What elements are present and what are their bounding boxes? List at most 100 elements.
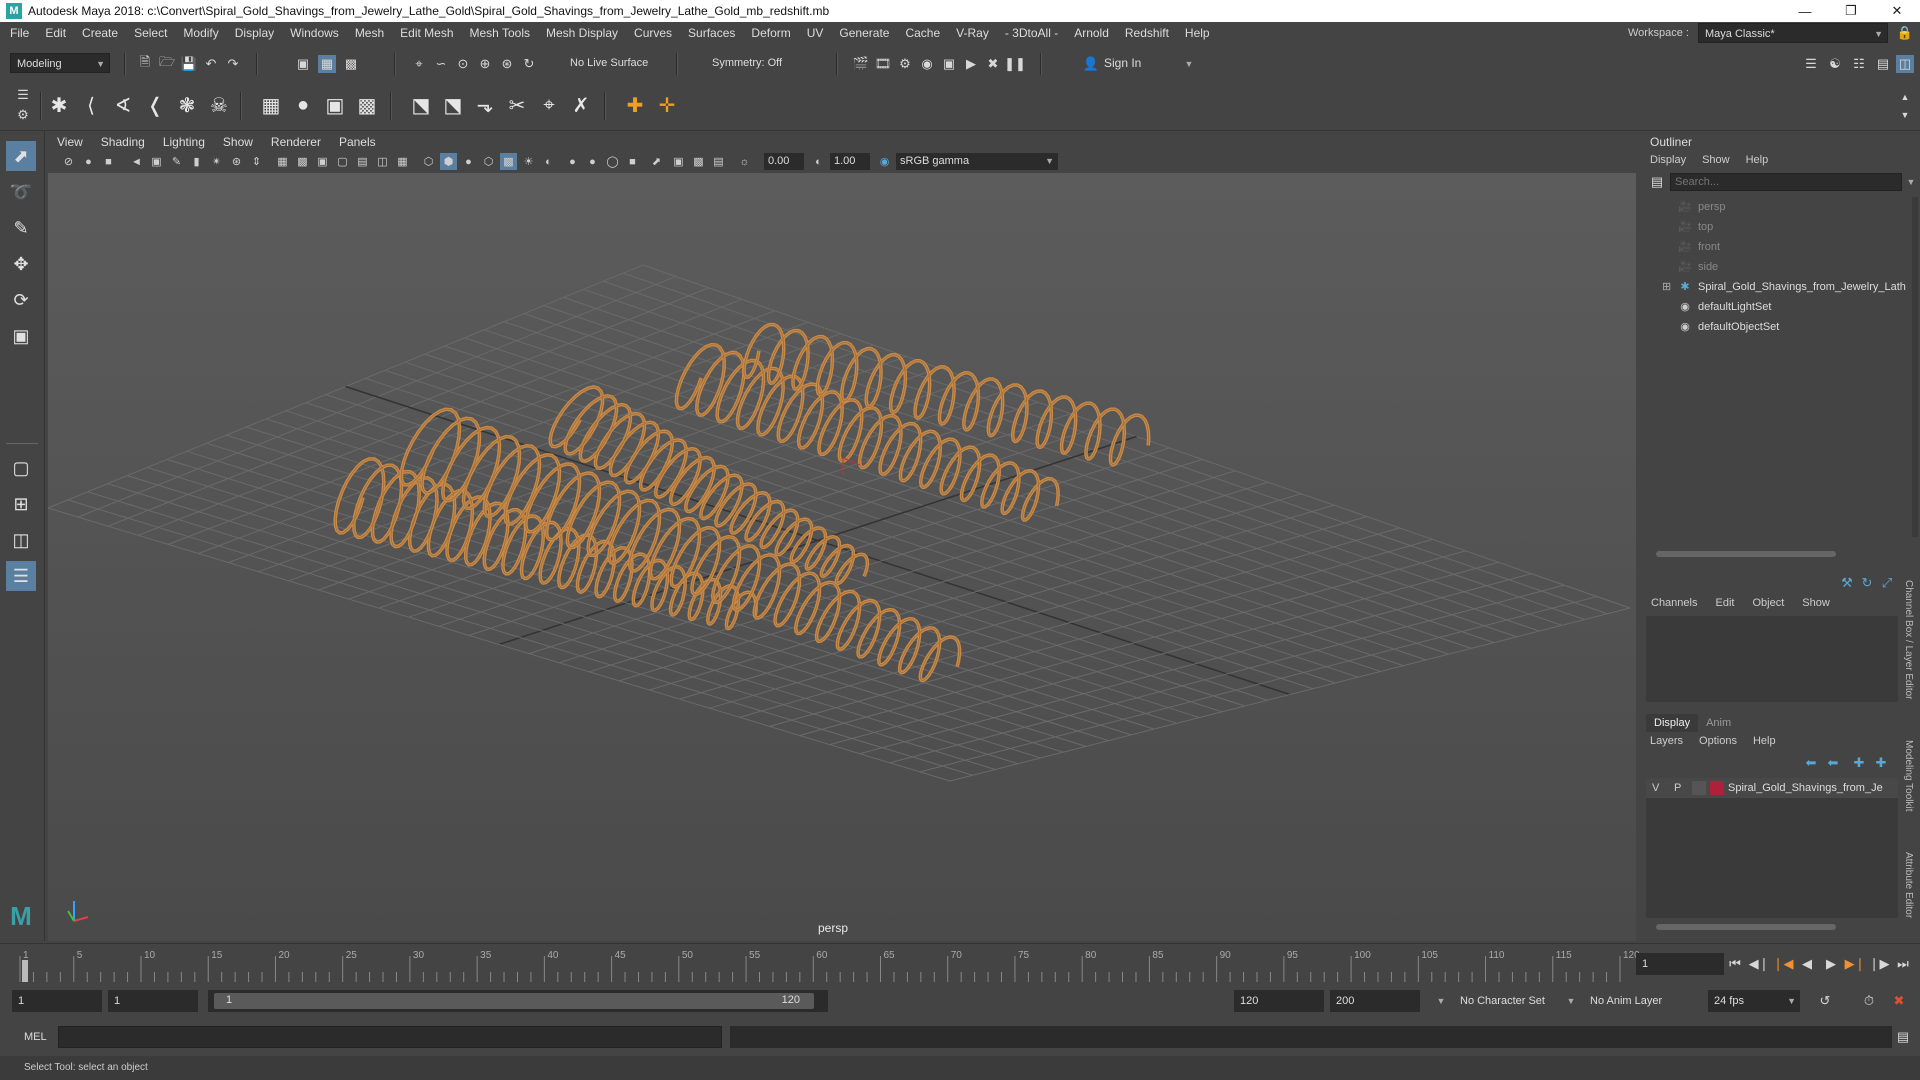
layer-reference-toggle[interactable] bbox=[1692, 781, 1706, 795]
shadows-icon[interactable]: ◐ bbox=[540, 153, 557, 170]
viewport-persp[interactable]: persp bbox=[48, 173, 1636, 941]
screen-space-ao-icon[interactable]: ● bbox=[564, 153, 581, 170]
menu-mesh-tools[interactable]: Mesh Tools bbox=[462, 22, 538, 44]
bookmarks-icon[interactable]: ● bbox=[80, 153, 97, 170]
exposure-icon[interactable]: ☼ bbox=[736, 153, 753, 170]
outliner-filter-icon[interactable]: ▤ bbox=[1648, 173, 1666, 191]
new-layer-icon[interactable]: ✚ bbox=[1850, 754, 1868, 772]
hypershade-icon[interactable]: ◉ bbox=[918, 55, 936, 73]
channel-menu-edit[interactable]: Edit bbox=[1706, 597, 1743, 609]
render-settings-icon[interactable]: ⚙ bbox=[896, 55, 914, 73]
textured-icon[interactable]: ▩ bbox=[500, 153, 517, 170]
menu-3dtoall[interactable]: - 3DtoAll - bbox=[997, 22, 1066, 44]
menu-surfaces[interactable]: Surfaces bbox=[680, 22, 743, 44]
outliner-item-persp[interactable]: 🎥 persp bbox=[1642, 197, 1902, 217]
fps-dropdown[interactable]: 24 fps ▼ bbox=[1708, 990, 1800, 1012]
step-back-key-icon[interactable]: ❘◀ bbox=[1773, 955, 1794, 973]
auto-key-icon[interactable]: ⏱ bbox=[1860, 992, 1878, 1010]
extrude-icon[interactable]: ⬔ bbox=[408, 92, 434, 118]
single-view-icon[interactable]: ▢ bbox=[6, 453, 36, 483]
xray-icon[interactable]: ▣ bbox=[670, 153, 687, 170]
use-all-lights-icon[interactable]: ☀ bbox=[520, 153, 537, 170]
side-tab-attribute-editor[interactable]: Attribute Editor bbox=[1903, 852, 1914, 918]
layer-menu-help[interactable]: Help bbox=[1745, 735, 1784, 747]
time-slider[interactable]: 1 5 10 15 20 25 30 35 40 45 50 55 60 65 70 75 80 85 90 95 10… bbox=[0, 943, 1920, 984]
cube-icon[interactable]: ▣ bbox=[322, 92, 348, 118]
playback-start-field[interactable]: 1 bbox=[108, 990, 198, 1012]
channel-menu-object[interactable]: Object bbox=[1743, 597, 1793, 609]
viewport-menu-show[interactable]: Show bbox=[214, 133, 262, 151]
ep-curve-icon[interactable]: ∢ bbox=[110, 92, 136, 118]
layer-menu-layers[interactable]: Layers bbox=[1642, 735, 1691, 747]
outliner-menu-help[interactable]: Help bbox=[1738, 154, 1777, 166]
outliner-layout-icon[interactable]: ☰ bbox=[6, 561, 36, 591]
menu-generate[interactable]: Generate bbox=[831, 22, 897, 44]
camera-attributes-icon[interactable]: ⊘ bbox=[60, 153, 77, 170]
gate-mask-icon[interactable]: ▤ bbox=[354, 153, 371, 170]
outliner-item-top[interactable]: 🎥 top bbox=[1642, 217, 1902, 237]
channel-menu-channels[interactable]: Channels bbox=[1642, 597, 1706, 609]
expand-icon[interactable]: ⊞ bbox=[1662, 277, 1671, 297]
frame-all-icon[interactable]: ◫ bbox=[374, 153, 391, 170]
move-layer-down-icon[interactable]: ⬅ bbox=[1824, 754, 1842, 772]
playback-end-field[interactable]: 120 bbox=[1234, 990, 1324, 1012]
depth-of-field-icon[interactable]: ■ bbox=[624, 153, 641, 170]
render-sequence-icon[interactable]: ▶ bbox=[962, 55, 980, 73]
select-by-hierarchy-icon[interactable]: ▣ bbox=[294, 55, 312, 73]
curve-tool-icon[interactable]: ⟨ bbox=[78, 92, 104, 118]
outliner-item-front[interactable]: 🎥 front bbox=[1642, 237, 1902, 257]
menu-cache[interactable]: Cache bbox=[897, 22, 948, 44]
step-forward-frame-icon[interactable]: ❘▶ bbox=[1869, 955, 1890, 973]
layer-row[interactable]: V P Spiral_Gold_Shavings_from_Je bbox=[1646, 778, 1898, 798]
bezier-curve-icon[interactable]: ❬ bbox=[142, 92, 168, 118]
viewport-menu-renderer[interactable]: Renderer bbox=[262, 133, 330, 151]
open-scene-icon[interactable]: 🗁 bbox=[158, 54, 176, 73]
pivot-add-icon[interactable]: ✚ bbox=[622, 92, 648, 118]
redshift-render-icon[interactable]: ✖ bbox=[984, 55, 1002, 73]
tool-settings-icon[interactable]: ▤ bbox=[1874, 55, 1892, 73]
wireframe-on-shaded-icon[interactable]: ⬡ bbox=[480, 153, 497, 170]
attribute-editor-icon[interactable]: ☷ bbox=[1850, 55, 1868, 73]
grid-select-icon[interactable]: ▩ bbox=[354, 92, 380, 118]
animation-end-field[interactable]: 200 bbox=[1330, 990, 1420, 1012]
viewport-menu-shading[interactable]: Shading bbox=[92, 133, 154, 151]
view-2d-pan-icon[interactable]: ▣ bbox=[148, 153, 165, 170]
chevron-down-icon[interactable]: ▼ bbox=[1180, 55, 1198, 73]
snap-view-plane-icon[interactable]: ⊕ bbox=[476, 55, 494, 73]
chevron-down-icon[interactable]: ▼ bbox=[1432, 992, 1450, 1010]
move-tool-icon[interactable]: ✥ bbox=[6, 249, 36, 279]
grid-toggle-icon[interactable]: ▦ bbox=[274, 153, 291, 170]
outliner-item-spiral-group[interactable]: ⊞ ✱ Spiral_Gold_Shavings_from_Jewelry_Lath bbox=[1642, 277, 1906, 297]
command-input[interactable] bbox=[58, 1026, 722, 1048]
default-material-icon[interactable]: ● bbox=[460, 153, 477, 170]
menu-mesh-display[interactable]: Mesh Display bbox=[538, 22, 626, 44]
current-frame-field[interactable]: 1 bbox=[1636, 953, 1724, 975]
anim-layer-dropdown[interactable]: No Anim Layer bbox=[1590, 995, 1662, 1007]
snap-grid-icon[interactable]: ⌖ bbox=[410, 55, 428, 73]
xray-joints-icon[interactable]: ▩ bbox=[690, 153, 707, 170]
wireframe-icon[interactable]: ⬡ bbox=[420, 153, 437, 170]
menu-file[interactable]: File bbox=[2, 22, 37, 44]
range-handle[interactable]: 1 120 bbox=[214, 993, 814, 1009]
menu-uv[interactable]: UV bbox=[799, 22, 832, 44]
multisample-aa-icon[interactable]: ◯ bbox=[604, 153, 621, 170]
layer-playback-toggle[interactable]: P bbox=[1674, 782, 1681, 794]
menu-edit[interactable]: Edit bbox=[37, 22, 74, 44]
channel-box-sync-icon[interactable]: ↻ bbox=[1858, 574, 1876, 592]
human-ik-icon[interactable]: ☯ bbox=[1826, 55, 1844, 73]
move-layer-up-icon[interactable]: ⬅ bbox=[1802, 754, 1820, 772]
step-back-frame-icon[interactable]: ◀❘ bbox=[1749, 955, 1770, 973]
channel-box-expand-icon[interactable]: ⤢ bbox=[1878, 574, 1896, 592]
menu-curves[interactable]: Curves bbox=[626, 22, 680, 44]
select-by-component-icon[interactable]: ▩ bbox=[342, 55, 360, 73]
outliner-item-side[interactable]: 🎥 side bbox=[1642, 257, 1902, 277]
menu-edit-mesh[interactable]: Edit Mesh bbox=[392, 22, 461, 44]
tab-display[interactable]: Display bbox=[1646, 714, 1699, 732]
exposure-field[interactable]: 0.00 bbox=[764, 153, 804, 170]
film-gate-icon[interactable]: ▩ bbox=[294, 153, 311, 170]
camera-lock-icon[interactable]: ▮ bbox=[188, 153, 205, 170]
viewport-menu-view[interactable]: View bbox=[48, 133, 92, 151]
multi-cut-icon[interactable]: ✂ bbox=[504, 92, 530, 118]
menu-vray[interactable]: V-Ray bbox=[948, 22, 997, 44]
layer-menu-options[interactable]: Options bbox=[1691, 735, 1745, 747]
